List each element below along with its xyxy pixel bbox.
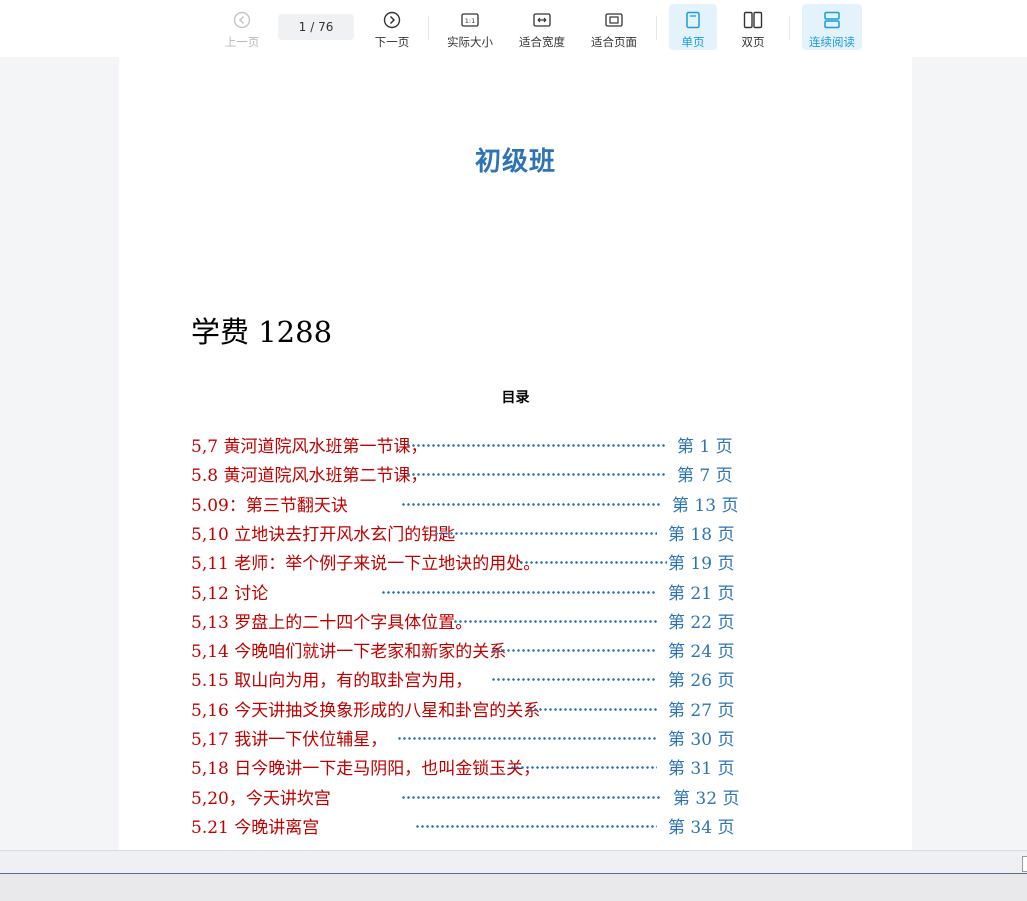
resize-handle[interactable] [1022,856,1027,872]
toc-entry[interactable]: 5.21 今晚讲离宫 第 34 页 [191,813,831,838]
toc-leader-dots [528,707,657,711]
fit-page-button[interactable]: 适合页面 [586,4,642,50]
toc-leader-dots [519,561,667,565]
toc-entry-page: 第 24 页 [668,642,735,663]
toc-leader-dots [453,619,657,623]
toc-entry[interactable]: 5.8 黄河道院风水班第二节课， 第 7 页 [191,461,831,487]
toc-entry-page: 第 32 页 [673,788,740,809]
toc-entry[interactable]: 5,16 今天讲抽爻换象形成的八星和卦宫的关系 第 27 页 [191,696,831,721]
toc-leader-dots [491,678,657,682]
toc-entry-page: 第 27 页 [668,700,735,721]
toc-entry-page: 第 30 页 [668,730,735,750]
actual-size-button[interactable]: 1:1 实际大小 [442,4,498,50]
page-current: 1 [298,20,307,34]
toc-entry-title: 5,11 老师：举个例子来说一下立地诀的用处。 [191,554,541,575]
toc-leader-dots [406,473,666,477]
toc-entry[interactable]: 5,20，今天讲坎宫 第 32 页 [191,784,831,809]
toc-entry-page: 第 34 页 [668,817,735,838]
toc-entry-page: 第 18 页 [668,524,735,545]
toc-entry-title: 5,13 罗盘上的二十四个字具体位置。 [191,612,473,633]
toc-entry[interactable]: 5,14 今晚咱们就讲一下老家和新家的关系 第 24 页 [191,637,831,663]
toc-entry-title: 5,7 黄河道院风水班第一节课， [191,437,428,457]
toc-entry-title: 5.15 取山向为用，有的取卦宫为用， [191,671,473,692]
svg-text:1:1: 1:1 [465,17,475,25]
toc-leader-dots [491,649,657,653]
document-title: 初级班 [474,147,556,177]
toc-leader-dots [434,531,657,535]
double-page-icon [743,10,763,30]
fit-width-icon [532,10,552,30]
document-viewport[interactable]: 初级班 学费 1288 目录 5,7 黄河道院风水班第一节课， 第 1 页 5.8 … [0,57,1027,850]
toc-entry-title: 5,20，今天讲坎宫 [191,788,331,809]
tuition-fee: 学费 1288 [191,315,333,349]
toc-entry-page: 第 1 页 [677,437,733,457]
fit-width-label: 适合宽度 [519,35,565,49]
toc-entry[interactable]: 5,11 老师：举个例子来说一下立地诀的用处。 第 19 页 [191,549,831,575]
continuous-read-label: 连续阅读 [809,35,855,49]
toc-entry-page: 第 22 页 [668,612,735,633]
toc-entry-page: 第 13 页 [672,495,739,516]
toc-entry-page: 第 21 页 [668,583,735,604]
toolbar-divider [656,16,657,40]
toc-entry-title: 5,16 今天讲抽爻换象形成的八星和卦宫的关系 [191,700,541,721]
prev-page-label: 上一页 [224,35,260,49]
viewer-toolbar: 上一页 1 / 76 下一页 1:1 实际大小 适合宽度 适合页面 单页 双页 … [0,0,1027,57]
toc-entry-title: 5,12 讨论 [191,583,269,604]
fit-width-button[interactable]: 适合宽度 [514,4,570,50]
toc-entry-title: 5,17 我讲一下伏位辅星， [191,730,388,750]
toc-entry-page: 第 31 页 [668,759,735,780]
toc-entry[interactable]: 5.15 取山向为用，有的取卦宫为用， 第 26 页 [191,666,831,692]
toc-leader-dots [381,590,657,594]
status-bar [0,850,1027,873]
fit-page-label: 适合页面 [591,35,637,49]
actual-size-icon: 1:1 [460,10,480,30]
page-number-input[interactable]: 1 / 76 [278,14,354,40]
toc-entry[interactable]: 5.09：第三节翻天诀 第 13 页 [191,491,831,516]
toc-entry[interactable]: 5,12 讨论 第 21 页 [191,579,831,604]
single-page-icon [683,10,703,30]
toc-entry-title: 5.21 今晚讲离宫 [191,817,320,838]
toc-entry-title: 5,10 立地诀去打开风水玄门的钥匙 [191,524,456,545]
continuous-read-button[interactable]: 连续阅读 [802,4,862,50]
toc-leader-dots [415,824,657,828]
next-page-label: 下一页 [374,35,410,49]
toc-leader-dots [397,737,657,740]
toc-leader-dots [406,444,666,447]
window-bottom-bar [0,873,1027,901]
toc-entry[interactable]: 5,17 我讲一下伏位辅星， 第 30 页 [191,725,831,750]
actual-size-label: 实际大小 [447,35,493,49]
toc-entry-title: 5,18 日今晚讲一下走马阴阳，也叫金锁玉关， [191,759,541,780]
toc-leader-dots [401,795,661,799]
toc-entry[interactable]: 5,7 黄河道院风水班第一节课， 第 1 页 [191,432,831,457]
toc-entry-title: 5.8 黄河道院风水班第二节课， [191,466,428,487]
toc-entry-page: 第 7 页 [677,466,733,487]
fit-page-icon [604,10,624,30]
toc-entry[interactable]: 5,13 罗盘上的二十四个字具体位置。 第 22 页 [191,608,831,633]
toolbar-divider [789,16,790,40]
toc-entry-title: 5.09：第三节翻天诀 [191,495,348,516]
chevron-right-circle-icon [382,10,402,30]
document-page: 初级班 学费 1288 目录 5,7 黄河道院风水班第一节课， 第 1 页 5.8 … [119,57,912,850]
toc-heading: 目录 [501,390,530,406]
chevron-left-circle-icon [232,10,252,30]
continuous-scroll-icon [822,10,842,30]
single-page-button[interactable]: 单页 [669,4,717,50]
toolbar-divider [428,16,429,40]
toc-entry[interactable]: 5,18 日今晚讲一下走马阴阳，也叫金锁玉关， 第 31 页 [191,754,831,780]
next-page-button[interactable]: 下一页 [368,4,416,50]
toc-entry-page: 第 19 页 [668,554,735,575]
single-page-label: 单页 [681,35,705,49]
toc-leader-dots [401,502,661,506]
page-total: / 76 [310,20,334,34]
toc-entry[interactable]: 5,10 立地诀去打开风水玄门的钥匙 第 18 页 [191,520,831,545]
double-page-button[interactable]: 双页 [729,4,777,50]
prev-page-button[interactable]: 上一页 [218,4,266,50]
toc-entry-page: 第 26 页 [668,671,735,692]
toc-entry-title: 5,14 今晚咱们就讲一下老家和新家的关系 [191,642,507,663]
double-page-label: 双页 [741,35,765,49]
toc-leader-dots [510,766,657,770]
